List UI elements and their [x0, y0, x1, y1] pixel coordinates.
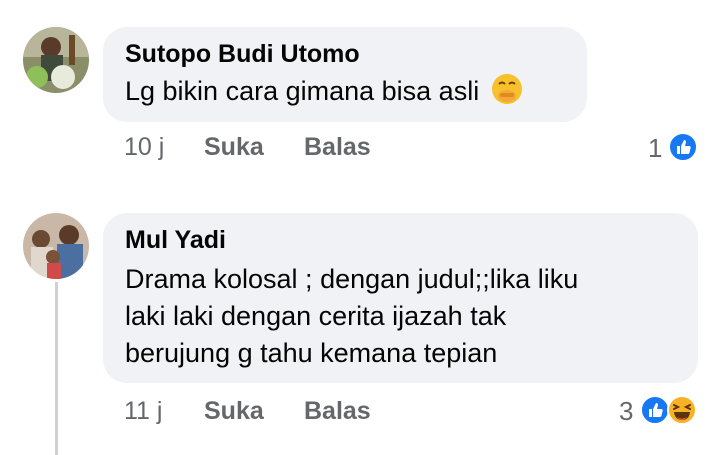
avatar-mul-yadi[interactable]	[23, 213, 89, 279]
comment-bubble: Sutopo Budi Utomo Lg bikin cara gimana b…	[103, 27, 587, 122]
like-icon[interactable]	[668, 132, 698, 162]
face-with-hand-over-mouth-icon	[491, 74, 522, 104]
avatar-sutopo[interactable]	[23, 27, 89, 93]
haha-icon[interactable]	[667, 395, 697, 425]
reply-button[interactable]: Balas	[304, 397, 371, 426]
reply-thread-line	[55, 282, 58, 455]
like-icon[interactable]	[640, 395, 670, 425]
comment-author[interactable]: Mul Yadi	[125, 225, 678, 255]
comment-actions: 10 j Suka Balas	[124, 133, 424, 165]
comment-text-line: Drama kolosal ; dengan judul;;lika liku	[125, 264, 579, 294]
comment-text-line: laki laki dengan cerita ijazah tak	[125, 301, 507, 331]
reply-button[interactable]: Balas	[304, 133, 371, 162]
comment-timestamp[interactable]: 10 j	[124, 133, 164, 162]
comment-text-line: berujung g tahu kemana tepian	[125, 338, 498, 368]
comment-bubble: Mul Yadi Drama kolosal ; dengan judul;;l…	[103, 213, 698, 383]
reaction-count[interactable]: 3	[619, 396, 633, 427]
comment-text: Lg bikin cara gimana bisa asli	[125, 73, 567, 110]
like-button[interactable]: Suka	[204, 397, 264, 426]
comment-author[interactable]: Sutopo Budi Utomo	[125, 39, 567, 69]
reaction-count[interactable]: 1	[648, 133, 662, 164]
comment-actions: 11 j Suka Balas	[124, 397, 424, 429]
comment-timestamp[interactable]: 11 j	[124, 397, 162, 426]
like-button[interactable]: Suka	[204, 133, 264, 162]
